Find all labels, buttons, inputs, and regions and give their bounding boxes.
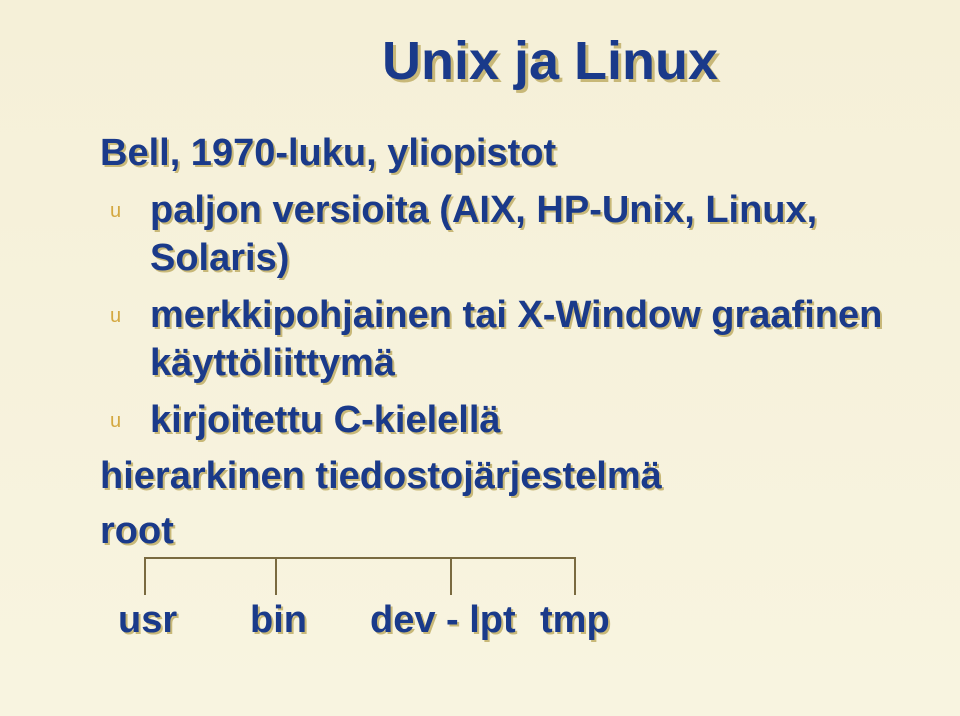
bullet-icon: u xyxy=(110,199,121,224)
tree-vline xyxy=(450,557,452,595)
tree-node-usr: usr xyxy=(118,599,177,642)
tree-vline xyxy=(144,557,146,595)
main-line: Bell, 1970-luku, yliopistot xyxy=(100,132,900,175)
slide-title: Unix ja Linux xyxy=(200,30,900,92)
slide: Unix ja Linux Bell, 1970-luku, yliopisto… xyxy=(0,0,960,716)
bullet-text: merkkipohjainen tai X-Window graafinen k… xyxy=(150,294,882,384)
tree-vline xyxy=(574,557,576,595)
bullet-item: u kirjoitettu C-kielellä xyxy=(100,397,900,445)
root-label: root xyxy=(100,510,900,553)
tree-node-tmp: tmp xyxy=(540,599,610,642)
tree-node-bin: bin xyxy=(250,599,307,642)
tree-diagram: usr bin dev - lpt tmp xyxy=(100,557,900,597)
bullet-item: u merkkipohjainen tai X-Window graafinen… xyxy=(100,292,900,387)
slide-content: Bell, 1970-luku, yliopistot u paljon ver… xyxy=(100,132,900,597)
tree-vertical-lines xyxy=(100,557,900,597)
hierarchy-label: hierarkinen tiedostojärjestelmä xyxy=(100,455,900,498)
bullet-item: u paljon versioita (AIX, HP-Unix, Linux,… xyxy=(100,187,900,282)
bullet-icon: u xyxy=(110,409,121,434)
bullet-text: kirjoitettu C-kielellä xyxy=(150,399,501,441)
tree-vline xyxy=(275,557,277,595)
tree-node-dev: dev - lpt xyxy=(370,599,516,642)
bullet-text: paljon versioita (AIX, HP-Unix, Linux, S… xyxy=(150,189,817,279)
bullet-icon: u xyxy=(110,304,121,329)
